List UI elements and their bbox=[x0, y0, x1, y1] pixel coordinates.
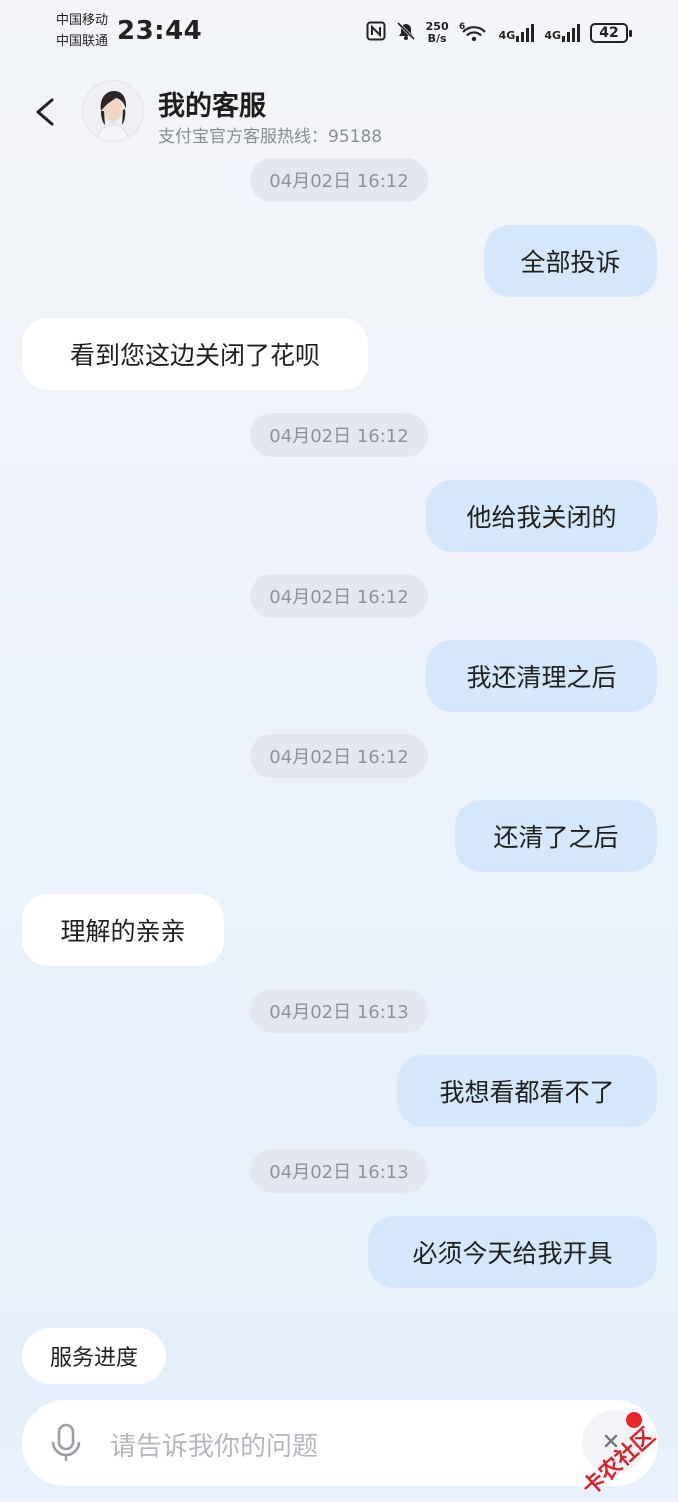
back-button[interactable] bbox=[30, 92, 60, 132]
outgoing-message[interactable]: 我还清理之后 bbox=[426, 640, 657, 712]
outgoing-message[interactable]: 他给我关闭的 bbox=[426, 480, 657, 552]
page-title: 我的客服 bbox=[158, 91, 266, 122]
wifi-icon: 6 bbox=[459, 20, 489, 46]
carrier-1: 中国移动 bbox=[56, 13, 109, 28]
watermark: 卡农社区 bbox=[574, 1408, 674, 1501]
signal-1-label: 4G bbox=[498, 29, 516, 42]
signal-bars-icon bbox=[562, 24, 580, 42]
timestamp: 04月02日 16:13 bbox=[250, 989, 428, 1033]
battery-level: 42 bbox=[599, 25, 619, 41]
timestamp: 04月02日 16:12 bbox=[250, 158, 428, 202]
status-icons: 250 B/s 6 4G 4G 42 bbox=[366, 20, 632, 46]
incoming-message[interactable]: 看到您这边关闭了花呗 bbox=[22, 318, 368, 390]
signal-2-label: 4G bbox=[544, 29, 561, 42]
net-speed: 250 B/s bbox=[426, 21, 449, 45]
chevron-left-icon bbox=[36, 98, 54, 126]
timestamp: 04月02日 16:12 bbox=[250, 574, 428, 618]
avatar[interactable] bbox=[82, 80, 144, 142]
hotline-subtitle: 支付宝官方客服热线：95188 bbox=[158, 127, 383, 147]
clock: 23:44 bbox=[117, 16, 203, 46]
microphone-icon[interactable] bbox=[48, 1422, 84, 1464]
battery-icon: 42 bbox=[590, 23, 632, 43]
outgoing-message[interactable]: 必须今天给我开具 bbox=[368, 1216, 657, 1288]
timestamp: 04月02日 16:13 bbox=[250, 1149, 428, 1193]
status-bar: 中国移动 中国联通 23:44 250 B/s 6 4G 4G 42 bbox=[0, 0, 678, 66]
signal-1: 4G bbox=[499, 24, 535, 42]
outgoing-message[interactable]: 我想看都看不了 bbox=[397, 1055, 657, 1127]
timestamp: 04月02日 16:12 bbox=[250, 413, 428, 457]
service-progress-button[interactable]: 服务进度 bbox=[22, 1328, 166, 1384]
nfc-icon bbox=[366, 21, 386, 45]
mute-bell-icon bbox=[396, 21, 416, 45]
incoming-message[interactable]: 理解的亲亲 bbox=[22, 894, 224, 966]
carrier-2: 中国联通 bbox=[56, 34, 109, 49]
chat-header: 我的客服 支付宝官方客服热线：95188 bbox=[0, 70, 678, 150]
message-input[interactable]: 请告诉我你的问题 bbox=[110, 1426, 318, 1463]
message-input-bar[interactable]: 请告诉我你的问题 bbox=[22, 1400, 658, 1486]
outgoing-message[interactable]: 还清了之后 bbox=[455, 800, 657, 872]
agent-avatar-icon bbox=[83, 81, 143, 141]
net-speed-unit: B/s bbox=[427, 32, 447, 45]
timestamp: 04月02日 16:12 bbox=[250, 734, 428, 778]
signal-2: 4G bbox=[544, 24, 580, 42]
outgoing-message[interactable]: 全部投诉 bbox=[484, 225, 657, 297]
signal-bars-icon bbox=[516, 24, 535, 42]
